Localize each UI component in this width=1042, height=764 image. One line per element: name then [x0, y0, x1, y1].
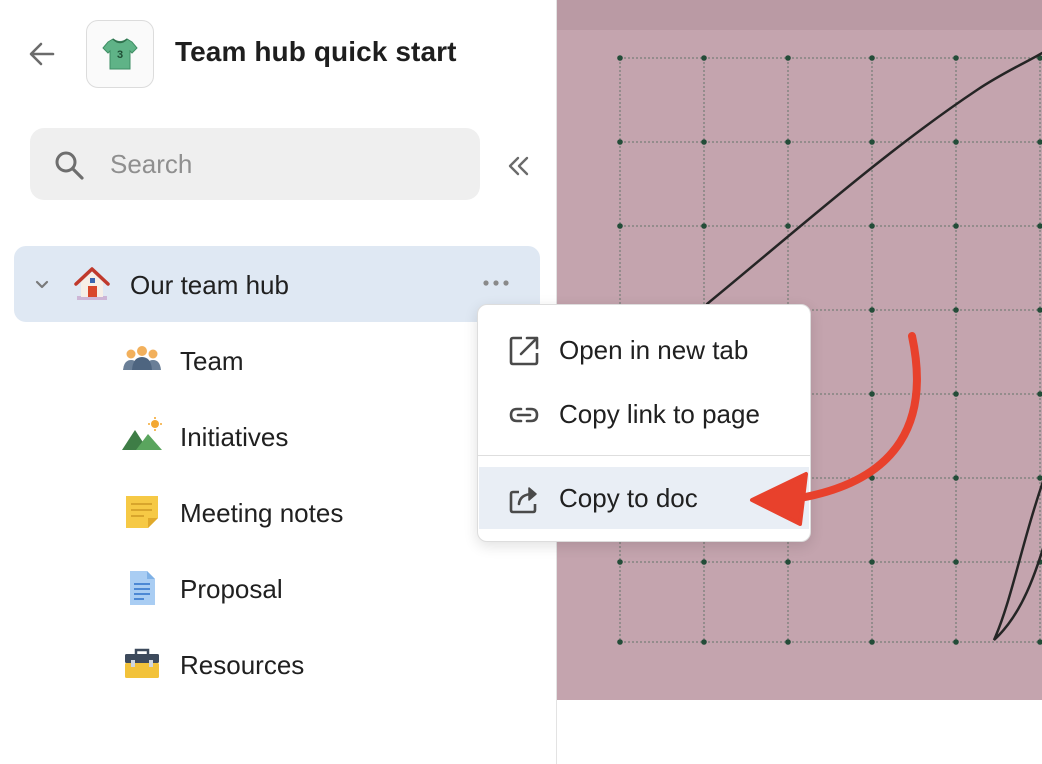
grid-dot: [953, 391, 959, 397]
mountain-icon: [122, 417, 162, 450]
external-link-icon: [509, 336, 539, 366]
context-menu: Open in new tab Copy link to page Copy t…: [477, 304, 811, 542]
grid-dot: [869, 223, 875, 229]
grid-dot: [953, 559, 959, 565]
grid-dot: [869, 139, 875, 145]
doc-icon-button[interactable]: 3: [86, 20, 154, 88]
collapse-sidebar-button[interactable]: [500, 148, 536, 184]
sidebar-item-initiatives[interactable]: Initiatives: [14, 398, 540, 474]
grid-dot: [785, 639, 791, 645]
menu-item-label: Open in new tab: [559, 335, 749, 365]
more-options-button[interactable]: [478, 268, 514, 298]
sidebar-item-label: Our team hub: [130, 270, 289, 300]
grid-dot: [617, 223, 623, 229]
sidebar-item-proposal[interactable]: Proposal: [14, 550, 540, 626]
more-horizontal-icon: [483, 280, 509, 286]
grid-dot: [1037, 223, 1042, 229]
grid-dot: [701, 559, 707, 565]
menu-item-copy-link-to-page[interactable]: Copy link to page: [479, 383, 809, 445]
link-icon: [509, 407, 539, 423]
grid-dot: [701, 223, 707, 229]
document-icon: [130, 571, 155, 605]
sidebar-item-our-team-hub[interactable]: Our team hub: [14, 246, 540, 322]
menu-item-label: Copy link to page: [559, 399, 760, 429]
house-icon: [74, 267, 110, 300]
grid-dot: [953, 307, 959, 313]
sidebar-item-label: Proposal: [180, 574, 283, 604]
menu-divider: [478, 455, 810, 456]
sticky-note-icon: [126, 496, 158, 528]
sidebar: 3 Team hub quick start Our team hub: [0, 0, 556, 764]
sidebar-item-resources[interactable]: Resources: [14, 626, 540, 702]
grid-dot: [785, 223, 791, 229]
menu-item-label: Copy to doc: [559, 483, 698, 513]
menu-item-copy-to-doc[interactable]: Copy to doc: [479, 467, 809, 529]
toolbox-icon: [125, 648, 159, 678]
grid-dot: [785, 55, 791, 61]
sidebar-item-label: Meeting notes: [180, 498, 344, 528]
grid-dot: [1037, 307, 1042, 313]
grid-dot: [617, 139, 623, 145]
chevron-down-icon[interactable]: [30, 272, 54, 296]
grid-dot: [785, 559, 791, 565]
back-button[interactable]: [24, 36, 60, 72]
grid-dot: [701, 139, 707, 145]
grid-dot: [1037, 139, 1042, 145]
people-icon: [123, 346, 161, 370]
grid-dot: [617, 55, 623, 61]
sidebar-item-label: Resources: [180, 650, 305, 680]
grid-dot: [953, 223, 959, 229]
sidebar-item-meeting-notes[interactable]: Meeting notes: [14, 474, 540, 550]
grid-dot: [953, 475, 959, 481]
menu-item-open-in-new-tab[interactable]: Open in new tab: [479, 319, 809, 381]
grid-dot: [1037, 391, 1042, 397]
jersey-number: 3: [117, 49, 123, 61]
grid-dot: [785, 139, 791, 145]
arrow-left-icon: [29, 42, 55, 66]
grid-dot: [701, 55, 707, 61]
grid-dot: [617, 639, 623, 645]
share-icon: [509, 487, 537, 514]
page-title: Team hub quick start: [175, 36, 457, 67]
grid-dot: [869, 639, 875, 645]
grid-dot: [617, 559, 623, 565]
grid-dot: [1037, 475, 1042, 481]
search-icon: [55, 151, 84, 180]
grid-dot: [1037, 639, 1042, 645]
double-chevron-left-icon: [508, 156, 529, 176]
jersey-icon: 3: [102, 38, 138, 70]
sidebar-item-team[interactable]: Team: [14, 322, 540, 398]
grid-dot: [953, 55, 959, 61]
grid-dot: [701, 639, 707, 645]
grid-dot: [953, 639, 959, 645]
grid-dot: [869, 391, 875, 397]
grid-dot: [869, 559, 875, 565]
grid-dot: [869, 475, 875, 481]
grid-dot: [953, 139, 959, 145]
grid-dot: [869, 307, 875, 313]
search-box[interactable]: [30, 128, 480, 200]
sidebar-item-label: Team: [180, 346, 244, 376]
sidebar-item-label: Initiatives: [180, 422, 289, 452]
grid-dot: [869, 55, 875, 61]
search-input[interactable]: [110, 146, 460, 182]
